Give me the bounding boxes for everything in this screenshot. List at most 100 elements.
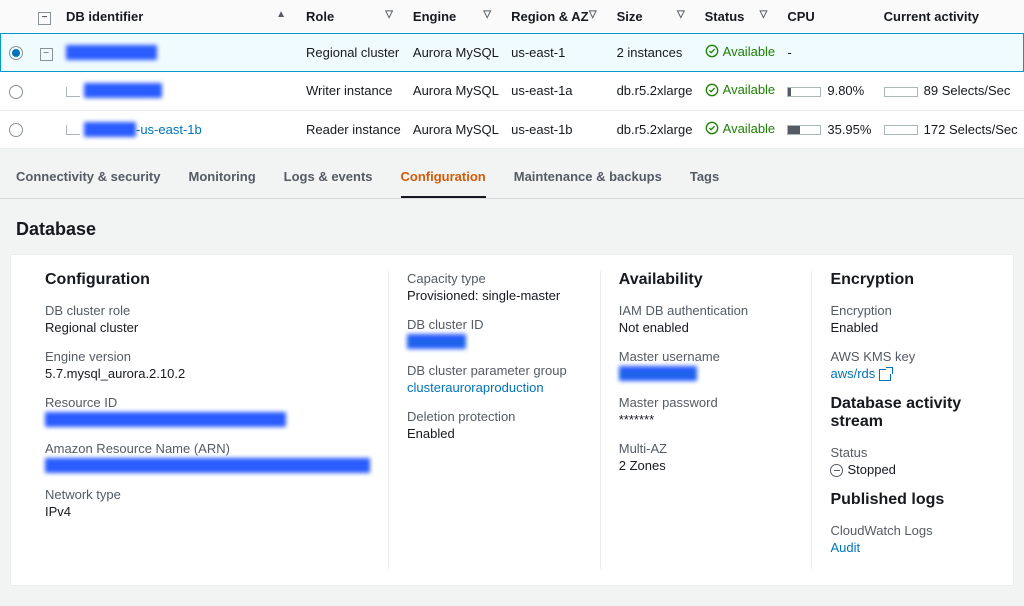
capacity-type-value: Provisioned: single-master <box>407 288 582 303</box>
stopped-icon <box>830 464 843 477</box>
detail-pane: Database Configuration DB cluster role Re… <box>0 199 1024 606</box>
status-ok-icon <box>705 83 719 97</box>
activity-status-value: Stopped <box>830 462 979 477</box>
arn-label: Amazon Resource Name (ARN) <box>45 441 370 456</box>
db-identifier-link[interactable]: xxxxxxxxxxxxxx <box>66 45 157 60</box>
cell-cpu: - <box>781 33 877 72</box>
expand-all-toggle-icon[interactable]: − <box>38 12 51 25</box>
detail-title: Database <box>16 219 1014 240</box>
detail-panel: Configuration DB cluster role Regional cl… <box>10 254 1014 586</box>
table-row[interactable]: −xxxxxxxxxxxxxx Regional clusterAurora My… <box>0 33 1024 72</box>
encryption-value: Enabled <box>830 320 979 335</box>
published-logs-heading: Published logs <box>830 491 979 509</box>
kms-key-label: AWS KMS key <box>830 349 979 364</box>
table-row[interactable]: xxxxxxxx-us-east-1b Reader instanceAurora… <box>0 110 1024 149</box>
cell-status: Available <box>699 110 782 149</box>
col-header-role[interactable]: Role▽ <box>300 0 407 33</box>
cell-engine: Aurora MySQL <box>407 33 505 72</box>
col-header-region[interactable]: Region & AZ▽ <box>505 0 610 33</box>
status-ok-icon <box>705 121 719 135</box>
kms-key-link[interactable]: aws/rds <box>830 366 875 381</box>
cloudwatch-logs-link[interactable]: Audit <box>830 540 860 555</box>
cell-role: Writer instance <box>300 72 407 111</box>
resource-id-value: xxxxxxxxxxxxxxxxxxxxxxxxxxxxxxxxxxxxx <box>45 412 286 427</box>
col-configuration: Configuration DB cluster role Regional cl… <box>27 271 389 569</box>
filter-icon: ▽ <box>483 9 491 20</box>
col-header-id[interactable]: DB identifier▲ <box>60 0 300 33</box>
cloudwatch-logs-label: CloudWatch Logs <box>830 523 979 538</box>
status-ok-icon <box>705 44 719 58</box>
col-header-activity[interactable]: Current activity <box>878 0 1024 33</box>
master-user-label: Master username <box>619 349 794 364</box>
cell-region: us-east-1b <box>505 110 610 149</box>
param-group-label: DB cluster parameter group <box>407 363 582 378</box>
resource-id-label: Resource ID <box>45 395 370 410</box>
cell-cpu: 35.95% <box>781 110 877 149</box>
cell-engine: Aurora MySQL <box>407 110 505 149</box>
tab-connectivity-security[interactable]: Connectivity & security <box>16 159 161 198</box>
col-header-status[interactable]: Status▽ <box>699 0 782 33</box>
network-type-label: Network type <box>45 487 370 502</box>
multi-az-value: 2 Zones <box>619 458 794 473</box>
cell-region: us-east-1a <box>505 72 610 111</box>
activity-bar <box>884 125 918 135</box>
activity-status-label: Status <box>830 445 979 460</box>
tab-tags[interactable]: Tags <box>690 159 719 198</box>
table-row[interactable]: xxxxxxxxxxxx Writer instanceAurora MySQLu… <box>0 72 1024 111</box>
engine-version-value: 5.7.mysql_aurora.2.10.2 <box>45 366 370 381</box>
row-expand-toggle-icon[interactable]: − <box>40 48 53 61</box>
external-link-icon <box>879 369 891 381</box>
master-password-label: Master password <box>619 395 794 410</box>
iam-auth-value: Not enabled <box>619 320 794 335</box>
master-password-value: ******* <box>619 412 794 427</box>
tab-configuration[interactable]: Configuration <box>401 159 486 198</box>
cluster-id-value[interactable]: xxxxxxxxx <box>407 334 466 349</box>
col-header-engine[interactable]: Engine▽ <box>407 0 505 33</box>
capacity-type-label: Capacity type <box>407 271 582 286</box>
cpu-bar <box>787 87 821 97</box>
cell-size: db.r5.2xlarge <box>611 110 699 149</box>
iam-auth-label: IAM DB authentication <box>619 303 794 318</box>
col-header-cpu[interactable]: CPU <box>781 0 877 33</box>
expand-all-column[interactable]: − <box>32 0 60 33</box>
db-cluster-role-value: Regional cluster <box>45 320 370 335</box>
row-select-radio[interactable] <box>9 46 23 60</box>
col-availability: Availability IAM DB authenticationNot en… <box>601 271 813 569</box>
configuration-heading: Configuration <box>45 271 370 289</box>
cell-activity: 172 Selects/Sec <box>878 110 1024 149</box>
db-instances-table: − DB identifier▲ Role▽ Engine▽ Region & … <box>0 0 1024 149</box>
db-identifier-link[interactable]: xxxxxxxx-us-east-1b <box>84 122 202 137</box>
db-identifier-link[interactable]: xxxxxxxxxxxx <box>84 83 162 98</box>
sort-asc-icon: ▲ <box>276 9 286 20</box>
tab-monitoring[interactable]: Monitoring <box>189 159 256 198</box>
master-user-value: xxxxxxxxxxxx <box>619 366 697 381</box>
filter-icon: ▽ <box>385 9 393 20</box>
db-cluster-role-label: DB cluster role <box>45 303 370 318</box>
cell-role: Reader instance <box>300 110 407 149</box>
cell-engine: Aurora MySQL <box>407 72 505 111</box>
cpu-bar <box>787 125 821 135</box>
param-group-link[interactable]: clusterauroraproduction <box>407 380 544 395</box>
multi-az-label: Multi-AZ <box>619 441 794 456</box>
cell-size: db.r5.2xlarge <box>611 72 699 111</box>
cell-cpu: 9.80% <box>781 72 877 111</box>
filter-icon: ▽ <box>760 9 768 20</box>
arn-value: xxxxxxxxxxxxxxxxxxxxxxxxxxxxxxxxxxxxxxxx… <box>45 458 370 473</box>
row-select-radio[interactable] <box>9 85 23 99</box>
row-select-radio[interactable] <box>9 123 23 137</box>
select-all-column <box>0 0 32 33</box>
cluster-id-label: DB cluster ID <box>407 317 582 332</box>
cell-role: Regional cluster <box>300 33 407 72</box>
network-type-value: IPv4 <box>45 504 370 519</box>
encryption-label: Encryption <box>830 303 979 318</box>
deletion-protection-value: Enabled <box>407 426 582 441</box>
tab-logs-events[interactable]: Logs & events <box>284 159 373 198</box>
activity-stream-heading: Database activity stream <box>830 395 979 431</box>
tab-maintenance-backups[interactable]: Maintenance & backups <box>514 159 662 198</box>
detail-tabs: Connectivity & security Monitoring Logs & … <box>0 149 1024 199</box>
filter-icon: ▽ <box>589 9 597 20</box>
col-header-size[interactable]: Size▽ <box>611 0 699 33</box>
cell-status: Available <box>699 33 782 72</box>
cell-activity <box>878 33 1024 72</box>
deletion-protection-label: Deletion protection <box>407 409 582 424</box>
